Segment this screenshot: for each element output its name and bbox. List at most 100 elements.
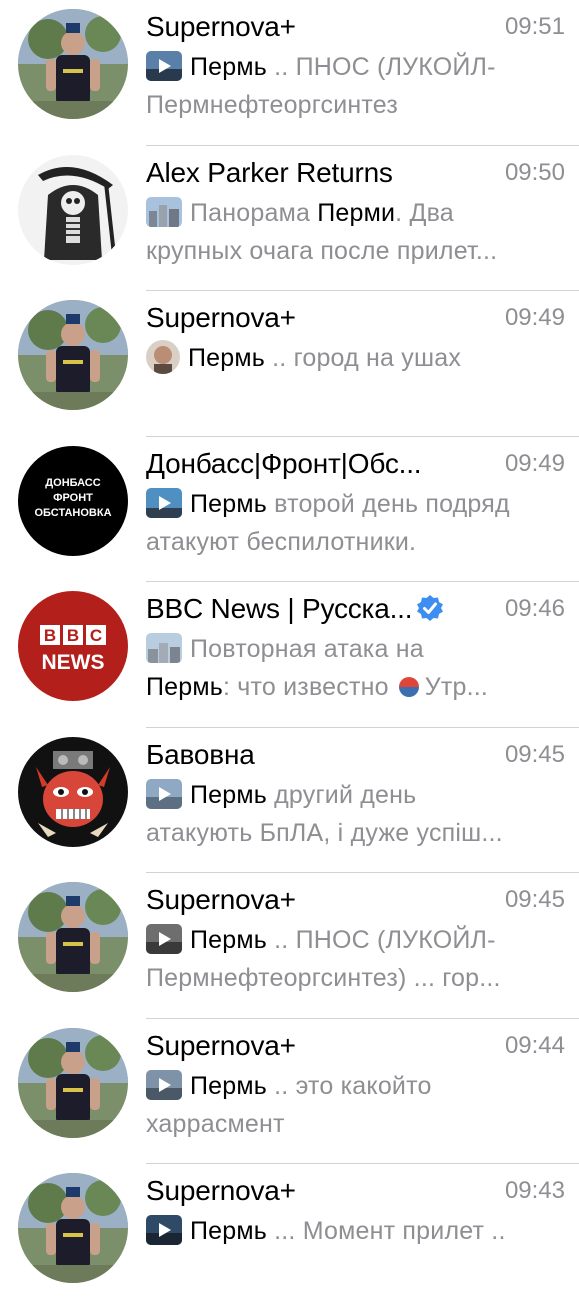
- chat-name: Supernova+: [146, 302, 296, 333]
- chat-time: 09:51: [504, 13, 565, 40]
- preview-line: Пермь .. город на ушах: [146, 339, 565, 377]
- keyword: Пермь: [188, 344, 265, 372]
- donbass-avatar-line1: ДОНБАСС: [45, 477, 100, 489]
- bbc-news-word: NEWS: [42, 651, 105, 674]
- preview-line-2: атакуют беспилотники.: [146, 527, 417, 556]
- preview-text: Повторная атака на: [190, 635, 424, 663]
- chat-name: Supernova+: [146, 1175, 296, 1206]
- avatar: [18, 1027, 128, 1138]
- preview-line: Пермь .. ПНОС (ЛУКОЙЛ-: [146, 48, 565, 86]
- preview-text: .. город на ушах: [265, 344, 462, 372]
- bbc-letter: C: [90, 626, 102, 645]
- chat-name: Supernova+: [146, 1029, 296, 1061]
- preview-text: другий день: [267, 780, 417, 809]
- preview-line-2: Пермь: что известно Утр...: [146, 668, 565, 706]
- chat-title: Бавовна: [146, 738, 469, 772]
- chat-time: 09:49: [504, 304, 565, 331]
- chat-preview: Пермь .. это какойто харрасмент: [146, 1067, 565, 1143]
- chat-name: Бавовна: [146, 738, 255, 770]
- preview-text: .. ПНОС (ЛУКОЙЛ-: [267, 926, 496, 954]
- chat-row[interactable]: Alex Parker Returns 09:50 Панорама Перми…: [0, 146, 579, 292]
- chat-row[interactable]: B B C NEWS BBC News | Русска... 09:46 По…: [0, 582, 579, 728]
- keyword: Пермь: [190, 53, 267, 81]
- avatar: [18, 1173, 128, 1283]
- preview-line: Пермь ... Момент прилет ..: [146, 1212, 565, 1250]
- preview-text: .. ПНОС (ЛУКОЙЛ-: [267, 53, 496, 81]
- chat-name: Донбасс|Фронт|Обс...: [146, 447, 422, 479]
- preview-text: . Два: [395, 198, 454, 227]
- preview-line-2: харрасмент: [146, 1109, 285, 1138]
- video-thumbnail-icon: [146, 51, 182, 81]
- chat-preview: Пермь ... Момент прилет ..: [146, 1212, 565, 1250]
- chat-title: Supernova+: [146, 301, 469, 335]
- chat-content: Supernova+ 09:51 Пермь .. ПНОС (ЛУКОЙЛ- …: [146, 0, 579, 146]
- chat-row[interactable]: Supernova+ 09:51 Пермь .. ПНОС (ЛУКОЙЛ- …: [0, 0, 579, 146]
- preview-text: второй день подряд: [267, 489, 510, 518]
- preview-text: ... Момент прилет ..: [267, 1217, 506, 1245]
- chat-row[interactable]: ДОНБАСС ФРОНТ ОБСТАНОВКА Донбасс|Фронт|О…: [0, 437, 579, 583]
- video-thumbnail-icon: [146, 1069, 182, 1100]
- avatar: B B C NEWS: [18, 591, 128, 701]
- chat-time: 09:50: [504, 158, 565, 186]
- preview-text: : что известно: [223, 673, 389, 701]
- chat-row[interactable]: Supernova+ 09:43 Пермь ... Момент прилет…: [0, 1164, 579, 1310]
- chat-title: BBC News | Русска...: [146, 592, 475, 626]
- avatar: [18, 882, 128, 992]
- chat-preview: Повторная атака на Пермь: что известно Ут…: [146, 630, 565, 706]
- keyword: Пермь: [146, 673, 223, 701]
- preview-line: Пермь .. ПНОС (ЛУКОЙЛ-: [146, 921, 565, 959]
- chat-row[interactable]: Supernova+ 09:45 Пермь .. ПНОС (ЛУКОЙЛ- …: [0, 873, 579, 1019]
- chat-preview: Пермь .. ПНОС (ЛУКОЙЛ- Пермнефтеоргсинте…: [146, 48, 565, 124]
- chat-name: BBC News | Русска...: [146, 593, 413, 624]
- chat-title: Донбасс|Фронт|Обс...: [146, 447, 469, 481]
- avatar: ДОНБАСС ФРОНТ ОБСТАНОВКА: [18, 445, 128, 556]
- preview-prefix: Панорама: [190, 198, 318, 227]
- preview-line-2: Пермнефтеоргсинтез: [146, 91, 399, 119]
- preview-line: Повторная атака на: [146, 630, 565, 668]
- keyword: Перми: [317, 198, 396, 227]
- chat-preview: Пермь второй день подряд атакуют беспило…: [146, 485, 565, 561]
- chat-name: Supernova+: [146, 884, 296, 915]
- verified-badge-icon: [416, 594, 444, 622]
- emoji-icon: [398, 677, 419, 697]
- chat-name: Alex Parker Returns: [146, 156, 393, 188]
- chat-title: Supernova+: [146, 883, 469, 917]
- chat-title: Supernova+: [146, 10, 469, 44]
- photo-thumbnail-icon: [146, 633, 182, 663]
- avatar: [18, 736, 128, 847]
- preview-text: .. это какойто: [267, 1071, 432, 1100]
- preview-line-2: Пермнефтеоргсинтез) ... гор...: [146, 964, 501, 992]
- sender-face-icon: [146, 340, 180, 374]
- chat-time: 09:45: [504, 740, 565, 768]
- avatar: [18, 154, 128, 265]
- video-thumbnail-icon: [146, 1215, 182, 1245]
- bbc-letter: B: [67, 626, 79, 645]
- donbass-avatar-line2: ФРОНТ: [53, 492, 93, 504]
- avatar: [18, 9, 128, 119]
- photo-thumbnail-icon: [146, 196, 182, 227]
- chat-row[interactable]: Supernova+ 09:49 Пермь .. город на ушах: [0, 291, 579, 437]
- chat-list: Supernova+ 09:51 Пермь .. ПНОС (ЛУКОЙЛ- …: [0, 0, 579, 1310]
- keyword: Пермь: [190, 1217, 267, 1245]
- chat-content: Донбасс|Фронт|Обс... 09:49 Пермь второй …: [146, 437, 579, 583]
- keyword: Пермь: [190, 926, 267, 954]
- video-thumbnail-icon: [146, 487, 182, 518]
- chat-time: 09:43: [504, 1177, 565, 1204]
- video-thumbnail-icon: [146, 778, 182, 809]
- bbc-letter: B: [44, 626, 56, 645]
- chat-row[interactable]: Бавовна 09:45 Пермь другий день атакують…: [0, 728, 579, 874]
- chat-content: Бавовна 09:45 Пермь другий день атакують…: [146, 728, 579, 874]
- chat-content: BBC News | Русска... 09:46 Повторная ата…: [146, 582, 579, 728]
- chat-row[interactable]: Supernova+ 09:44 Пермь .. это какойто ха…: [0, 1019, 579, 1165]
- chat-preview: Пермь другий день атакують БпЛА, і дуже …: [146, 776, 565, 852]
- keyword: Пермь: [190, 1071, 267, 1100]
- video-thumbnail-icon: [146, 924, 182, 954]
- donbass-avatar-line3: ОБСТАНОВКА: [34, 507, 111, 519]
- chat-time: 09:44: [504, 1031, 565, 1059]
- preview-line-2: атакують БпЛА, і дуже успіш...: [146, 818, 503, 847]
- chat-content: Supernova+ 09:49 Пермь .. город на ушах: [146, 291, 579, 437]
- chat-time: 09:45: [504, 886, 565, 913]
- chat-content: Supernova+ 09:45 Пермь .. ПНОС (ЛУКОЙЛ- …: [146, 873, 579, 1019]
- chat-preview: Пермь .. ПНОС (ЛУКОЙЛ- Пермнефтеоргсинте…: [146, 921, 565, 997]
- chat-content: Alex Parker Returns 09:50 Панорама Перми…: [146, 146, 579, 292]
